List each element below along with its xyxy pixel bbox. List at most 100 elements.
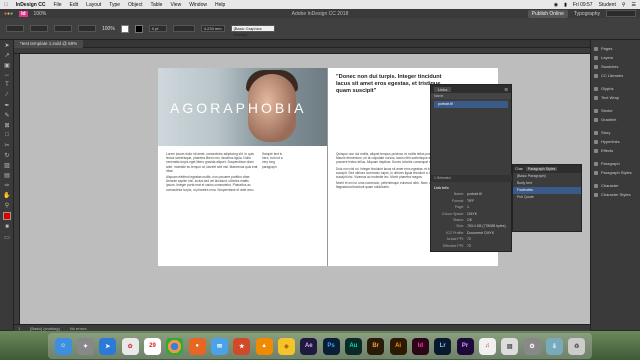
mail-icon[interactable]: ✉	[210, 337, 228, 355]
hero-title[interactable]: AGORAPHOBIA	[170, 100, 306, 116]
scissors-tool-icon[interactable]: ✂	[0, 140, 14, 150]
publish-online-button[interactable]: Publish Online	[527, 9, 568, 18]
x-field[interactable]	[6, 25, 24, 32]
style-item[interactable]: Pull Quote	[513, 194, 581, 201]
scale-percent[interactable]: 100%	[102, 26, 115, 32]
menu-help[interactable]: Help	[215, 2, 225, 8]
menu-object[interactable]: Object	[128, 2, 142, 8]
photos-icon[interactable]: ✿	[121, 337, 139, 355]
free-transform-tool-icon[interactable]: ↻	[0, 150, 14, 160]
itunes-icon[interactable]: ♫	[478, 337, 496, 355]
preview-icon[interactable]: ▤	[501, 337, 519, 355]
stroke-weight-field[interactable]: 0 pt	[148, 25, 167, 32]
wunderlist-icon[interactable]: ★	[233, 337, 251, 355]
zoom-level[interactable]: 100%	[34, 11, 47, 17]
calendar-icon[interactable]: 29	[143, 337, 161, 355]
zoom-tool-icon[interactable]: ⚲	[0, 200, 14, 210]
menu-edit[interactable]: Edit	[70, 2, 79, 8]
panel-cc-libraries[interactable]: CC Libraries	[591, 71, 640, 80]
y-field[interactable]	[30, 25, 48, 32]
panel-effects[interactable]: Effects	[591, 146, 640, 155]
trash-icon[interactable]: ♻	[568, 337, 586, 355]
photoshop-icon[interactable]: Ps	[322, 337, 340, 355]
panel-character[interactable]: Character	[591, 181, 640, 190]
panel-hyperlinks[interactable]: Hyperlinks	[591, 137, 640, 146]
document-tab[interactable]: *test template 1.indd @ 68%	[14, 40, 84, 48]
menu-window[interactable]: Window	[189, 2, 207, 8]
selection-tool-icon[interactable]: ➤	[0, 40, 14, 50]
panel-character-styles[interactable]: Character Styles	[591, 190, 640, 199]
left-body-text[interactable]: Lorem ipsum dolor sit amet, consectetur …	[166, 152, 258, 260]
side-note[interactable]: Sample text is here, but not a very long…	[262, 152, 288, 172]
panel-gradient[interactable]: Gradient	[591, 115, 640, 124]
sketch-icon[interactable]: ◆	[277, 337, 295, 355]
note-tool-icon[interactable]: ▤	[0, 170, 14, 180]
direct-selection-tool-icon[interactable]: ↗	[0, 50, 14, 60]
panel-layers[interactable]: Layers	[591, 53, 640, 62]
lightroom-icon[interactable]: Lr	[434, 337, 452, 355]
menu-clock[interactable]: Fri 09:57	[573, 2, 593, 8]
stroke-type-field[interactable]	[172, 25, 195, 32]
object-style-select[interactable]: [Basic Graphics Frame]+	[230, 25, 275, 37]
panel-pages[interactable]: Pages	[591, 44, 640, 53]
panel-menu-icon[interactable]: ☰	[504, 87, 508, 92]
firefox-icon[interactable]: ●	[188, 337, 206, 355]
style-item[interactable]: [Basic Paragraph]	[513, 173, 581, 180]
indesign-icon[interactable]: Id	[411, 337, 429, 355]
system-preferences-icon[interactable]: ⚙	[523, 337, 541, 355]
paragraph-styles-tab[interactable]: Paragraph Styles	[525, 167, 558, 171]
search-stock-input[interactable]	[606, 10, 636, 17]
h-field[interactable]	[78, 25, 96, 32]
page-tool-icon[interactable]: ▣	[0, 60, 14, 70]
menu-user[interactable]: Student	[599, 2, 616, 8]
bridge-icon[interactable]: Br	[367, 337, 385, 355]
launchpad-icon[interactable]: ✦	[76, 337, 94, 355]
premiere-icon[interactable]: Pr	[456, 337, 474, 355]
hero-image[interactable]: AGORAPHOBIA	[158, 68, 328, 146]
menu-type[interactable]: Type	[109, 2, 120, 8]
pencil-tool-icon[interactable]: ✎	[0, 110, 14, 120]
panel-story[interactable]: Story	[591, 128, 640, 137]
size-field[interactable]: 4.233 mm	[200, 25, 225, 32]
rectangle-tool-icon[interactable]: □	[0, 130, 14, 140]
vlc-icon[interactable]: ▲	[255, 337, 273, 355]
panel-swatches[interactable]: Swatches	[591, 62, 640, 71]
menu-view[interactable]: View	[170, 2, 181, 8]
illustrator-icon[interactable]: Ai	[389, 337, 407, 355]
menu-app-name[interactable]: InDesign CC	[16, 2, 46, 8]
apple-icon[interactable]: 	[4, 2, 8, 8]
chrome-icon[interactable]	[166, 337, 184, 355]
gap-tool-icon[interactable]: ↔	[0, 70, 14, 80]
style-item-selected[interactable]: Footnotes	[513, 187, 581, 194]
panel-text-wrap[interactable]: Text Wrap	[591, 93, 640, 102]
type-tool-icon[interactable]: T	[0, 80, 14, 90]
downloads-folder-icon[interactable]: ⇩	[545, 337, 563, 355]
line-tool-icon[interactable]: ∕	[0, 90, 14, 100]
stroke-swatch[interactable]	[134, 24, 143, 33]
character-styles-tab[interactable]: Char	[515, 167, 523, 171]
audition-icon[interactable]: Au	[344, 337, 362, 355]
panel-paragraph-styles[interactable]: Paragraph Styles	[591, 168, 640, 177]
wifi-icon[interactable]: ◉	[554, 2, 558, 8]
link-row[interactable]: portrait.tif	[434, 101, 508, 108]
fill-swatch[interactable]	[120, 24, 129, 33]
w-field[interactable]	[54, 25, 72, 32]
eyedropper-tool-icon[interactable]: ✑	[0, 180, 14, 190]
panel-glyphs[interactable]: Glyphs	[591, 84, 640, 93]
style-item[interactable]: Body text	[513, 180, 581, 187]
links-column-name[interactable]: Name	[431, 93, 511, 99]
menu-table[interactable]: Table	[150, 2, 162, 8]
apply-color-icon[interactable]: ■	[0, 222, 14, 232]
after-effects-icon[interactable]: Ae	[300, 337, 318, 355]
screen-mode-icon[interactable]: ▭	[0, 232, 14, 242]
gradient-tool-icon[interactable]: ▨	[0, 160, 14, 170]
battery-icon[interactable]: ▮	[564, 2, 567, 8]
rectangle-frame-tool-icon[interactable]: ⊠	[0, 120, 14, 130]
fill-stroke-swatch[interactable]	[2, 212, 11, 220]
list-icon[interactable]: ☰	[632, 2, 636, 8]
window-controls[interactable]: ●●●	[4, 11, 13, 17]
hand-tool-icon[interactable]: ✋	[0, 190, 14, 200]
menu-layout[interactable]: Layout	[86, 2, 101, 8]
links-tab[interactable]: Links	[434, 86, 452, 92]
pen-tool-icon[interactable]: ✒	[0, 100, 14, 110]
